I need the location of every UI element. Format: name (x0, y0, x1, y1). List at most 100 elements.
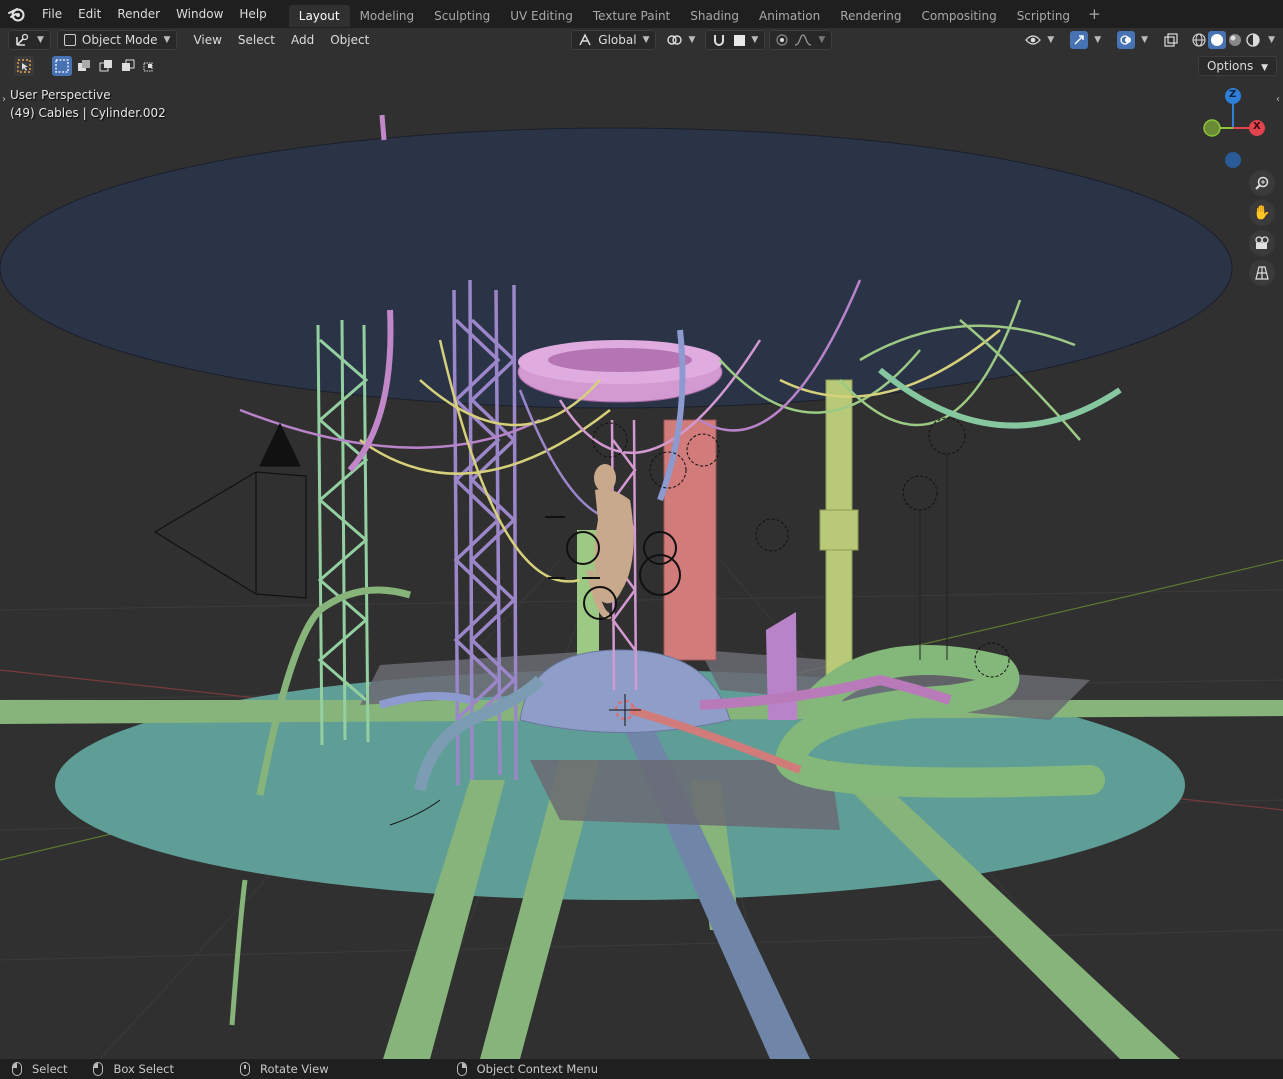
mouse-drag-icon (93, 1062, 104, 1076)
overlays-dropdown[interactable]: ▼ (1111, 30, 1154, 50)
snap-toggle[interactable]: ▼ (705, 30, 766, 50)
proportional-edit-toggle[interactable]: ▼ (769, 30, 833, 50)
select-mode-invert-icon[interactable] (118, 56, 138, 76)
zoom-icon[interactable] (1249, 170, 1275, 196)
mouse-middle-icon (240, 1062, 250, 1076)
gizmo-toggle-icon[interactable] (1070, 31, 1089, 49)
left-panel-arrow-icon[interactable]: › (2, 94, 6, 105)
transform-orientation-icon (579, 33, 591, 46)
tab-compositing[interactable]: Compositing (911, 5, 1006, 27)
tab-uv-editing[interactable]: UV Editing (500, 5, 583, 27)
chevron-down-icon: ▼ (163, 35, 171, 45)
xray-toggle[interactable] (1158, 30, 1184, 50)
select-mode-intersect-icon[interactable] (140, 56, 160, 76)
chevron-down-icon: ▼ (688, 35, 696, 45)
tab-texture-paint[interactable]: Texture Paint (583, 5, 680, 27)
perspective-label: User Perspective (10, 88, 111, 102)
wireframe-shading-icon[interactable] (1190, 31, 1208, 49)
material-shading-icon[interactable] (1226, 31, 1244, 49)
tab-layout[interactable]: Layout (288, 4, 350, 27)
tab-rendering[interactable]: Rendering (830, 5, 911, 27)
rendered-shading-icon[interactable] (1244, 31, 1262, 49)
tab-modeling[interactable]: Modeling (350, 5, 425, 27)
menu-window[interactable]: Window (168, 0, 231, 28)
options-dropdown[interactable]: Options ▼ (1197, 56, 1277, 76)
menu-help[interactable]: Help (231, 0, 274, 28)
magnet-icon (714, 35, 725, 46)
status-select: Select (12, 1062, 67, 1076)
tab-shading[interactable]: Shading (680, 5, 749, 27)
tool-settings-row: Options ▼ (0, 54, 1283, 78)
mode-dropdown[interactable]: Object Mode ▼ (56, 30, 178, 50)
camera-view-icon[interactable] (1249, 230, 1275, 256)
status-box-select-label: Box Select (113, 1062, 174, 1076)
editor-type-button[interactable]: ▼ (8, 30, 51, 50)
workspace-tabs: Layout Modeling Sculpting UV Editing Tex… (288, 0, 1109, 28)
chevron-down-icon: ▼ (1261, 63, 1268, 73)
top-bar: File Edit Render Window Help Layout Mode… (0, 0, 1283, 28)
right-panel-arrow-icon[interactable]: ‹ (1276, 94, 1280, 105)
chevron-down-icon: ▼ (751, 35, 759, 45)
select-mode-extend-icon[interactable] (74, 56, 94, 76)
chevron-down-icon: ▼ (37, 35, 44, 45)
tab-sculpting[interactable]: Sculpting (424, 5, 500, 27)
select-mode-subtract-icon[interactable] (96, 56, 116, 76)
tab-animation[interactable]: Animation (749, 5, 830, 27)
mint-cable-bottom (229, 879, 248, 1026)
tab-scripting[interactable]: Scripting (1007, 5, 1080, 27)
menu-edit[interactable]: Edit (70, 0, 109, 28)
overlays-icon[interactable] (1117, 31, 1136, 49)
solid-shading-icon[interactable] (1208, 31, 1227, 49)
chevron-down-icon: ▼ (1094, 35, 1102, 45)
status-bar: Select Box Select Rotate View Object Con… (0, 1059, 1283, 1079)
select-mode-new-icon[interactable] (52, 56, 72, 76)
chevron-down-icon[interactable]: ▼ (1268, 35, 1275, 45)
chevron-down-icon: ▼ (818, 35, 826, 45)
orientation-label: Global (598, 33, 637, 47)
menu-file[interactable]: File (34, 0, 70, 28)
scene-render (0, 114, 1283, 1059)
options-label: Options (1206, 59, 1254, 73)
mode-label: Object Mode (81, 33, 158, 47)
mouse-left-icon (12, 1062, 22, 1076)
add-workspace-icon[interactable]: + (1080, 5, 1109, 23)
perspective-grid-icon[interactable] (1249, 260, 1275, 286)
object-mode-icon (63, 34, 76, 46)
viewport-header: ▼ Object Mode ▼ View Select Add Object G… (0, 28, 1283, 52)
chevron-down-icon: ▼ (642, 35, 650, 45)
select-menu[interactable]: Select (232, 30, 281, 50)
status-context-label: Object Context Menu (476, 1062, 598, 1076)
pivot-dropdown[interactable]: ▼ (660, 30, 701, 50)
menu-render[interactable]: Render (109, 0, 168, 28)
object-menu[interactable]: Object (324, 30, 375, 50)
shading-modes: ▼ (1188, 30, 1277, 50)
active-object-label: (49) Cables | Cylinder.002 (10, 106, 166, 120)
pan-hand-icon[interactable]: ✋ (1249, 200, 1275, 226)
viewport-info: User Perspective (49) Cables | Cylinder.… (10, 86, 166, 122)
status-box-select: Box Select (93, 1062, 174, 1076)
select-tool-icon[interactable] (14, 56, 34, 76)
blender-logo-icon[interactable] (0, 0, 34, 28)
status-select-label: Select (32, 1062, 68, 1076)
navigation-gizmo[interactable]: Z X (1196, 84, 1276, 174)
view-menu[interactable]: View (187, 30, 227, 50)
gizmo-z-label: Z (1229, 89, 1237, 100)
orientation-dropdown[interactable]: Global ▼ (571, 30, 657, 50)
status-rotate-view: Rotate View (240, 1062, 329, 1076)
3d-viewport[interactable]: › ‹ (0, 78, 1283, 1059)
empty-hang-lines (919, 454, 948, 660)
xray-icon (1164, 33, 1178, 47)
eye-icon (1025, 35, 1042, 45)
falloff-curve-icon (795, 34, 812, 46)
gizmo-dropdown[interactable]: ▼ (1064, 30, 1107, 50)
snap-target-icon (734, 34, 746, 46)
gizmo-x-label: X (1253, 121, 1261, 132)
status-rotate-label: Rotate View (260, 1062, 329, 1076)
add-menu[interactable]: Add (285, 30, 320, 50)
camera-object (153, 422, 307, 599)
visibility-dropdown[interactable]: ▼ (1019, 30, 1060, 50)
status-context-menu: Object Context Menu (456, 1062, 598, 1076)
chevron-down-icon: ▼ (1047, 35, 1055, 45)
axis-editor-icon (16, 33, 29, 46)
mouse-right-icon (456, 1062, 467, 1076)
